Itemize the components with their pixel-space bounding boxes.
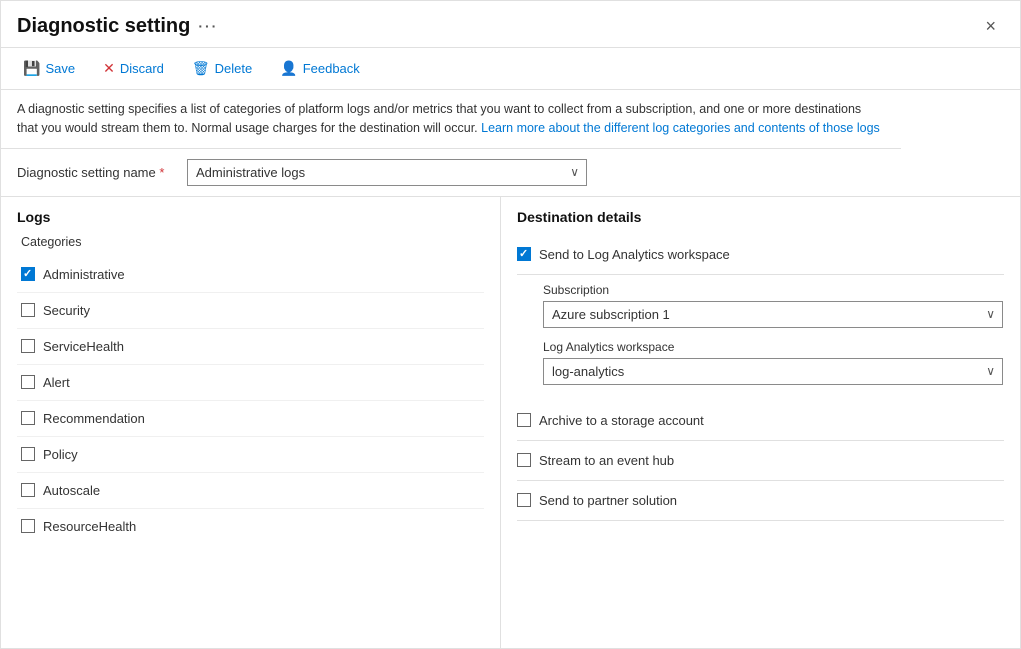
workspace-select-wrapper: log-analytics ∨ [543, 358, 1003, 385]
delete-button[interactable]: 🗑 Delete [186, 56, 258, 81]
log-security-label[interactable]: Security [43, 303, 90, 318]
discard-label: Discard [120, 61, 164, 76]
log-autoscale-checkbox[interactable] [21, 483, 35, 497]
save-icon: 💾 [23, 60, 40, 77]
log-item-alert: Alert [17, 365, 484, 401]
categories-label: Categories [21, 235, 484, 249]
log-alert-checkbox[interactable] [21, 375, 35, 389]
workspace-select[interactable]: log-analytics [543, 358, 1003, 385]
dest-eventhub-checkbox[interactable] [517, 453, 531, 467]
dest-partner-checkbox[interactable] [517, 493, 531, 507]
log-security-checkbox[interactable] [21, 303, 35, 317]
feedback-label: Feedback [303, 61, 360, 76]
panel-ellipsis: ··· [198, 18, 218, 34]
log-administrative-checkbox[interactable] [21, 267, 35, 281]
delete-label: Delete [215, 61, 253, 76]
dest-partner-label[interactable]: Send to partner solution [539, 493, 677, 508]
toolbar: 💾 Save ✕ Discard 🗑 Delete 👤 Feedback [1, 48, 1020, 90]
log-analytics-sub-fields: Subscription Azure subscription 1 ∨ Log … [517, 275, 1004, 401]
dest-eventhub-option: Stream to an event hub [517, 441, 1004, 481]
log-item-security: Security [17, 293, 484, 329]
setting-name-input[interactable] [187, 159, 587, 186]
subscription-select-wrapper: Azure subscription 1 ∨ [543, 301, 1003, 328]
dest-eventhub-label[interactable]: Stream to an event hub [539, 453, 674, 468]
dest-storage-label[interactable]: Archive to a storage account [539, 413, 704, 428]
diagnostic-setting-panel: Diagnostic setting ··· × 💾 Save ✕ Discar… [0, 0, 1021, 649]
log-policy-label[interactable]: Policy [43, 447, 78, 462]
log-servicehealth-label[interactable]: ServiceHealth [43, 339, 124, 354]
destination-section-title: Destination details [517, 209, 1004, 225]
log-alert-label[interactable]: Alert [43, 375, 70, 390]
dest-storage-option: Archive to a storage account [517, 401, 1004, 441]
subscription-label: Subscription [543, 283, 1004, 297]
log-resourcehealth-label[interactable]: ResourceHealth [43, 519, 136, 534]
logs-list: Administrative Security ServiceHealth Alert… [17, 257, 484, 544]
dest-storage-checkbox[interactable] [517, 413, 531, 427]
content-area: Logs Categories Administrative Security Se… [1, 197, 1020, 649]
log-autoscale-label[interactable]: Autoscale [43, 483, 100, 498]
log-servicehealth-checkbox[interactable] [21, 339, 35, 353]
delete-icon: 🗑 [192, 60, 210, 77]
description-box: A diagnostic setting specifies a list of… [1, 90, 901, 149]
log-resourcehealth-checkbox[interactable] [21, 519, 35, 533]
log-item-recommendation: Recommendation [17, 401, 484, 437]
setting-name-label: Diagnostic setting name * [17, 165, 177, 180]
log-recommendation-label[interactable]: Recommendation [43, 411, 145, 426]
log-item-servicehealth: ServiceHealth [17, 329, 484, 365]
feedback-icon: 👤 [280, 60, 297, 77]
setting-name-input-wrapper: ∨ [187, 159, 587, 186]
logs-section-title: Logs [17, 209, 484, 225]
destination-panel: Destination details Send to Log Analytic… [501, 197, 1020, 649]
dest-log-analytics-label[interactable]: Send to Log Analytics workspace [539, 247, 730, 262]
panel-header: Diagnostic setting ··· × [1, 1, 1020, 48]
log-item-autoscale: Autoscale [17, 473, 484, 509]
dest-log-analytics-checkbox[interactable] [517, 247, 531, 261]
close-button[interactable]: × [977, 13, 1004, 39]
log-item-administrative: Administrative [17, 257, 484, 293]
dest-log-analytics-option: Send to Log Analytics workspace [517, 235, 1004, 275]
required-star: * [159, 165, 164, 180]
discard-icon: ✕ [103, 60, 115, 77]
feedback-button[interactable]: 👤 Feedback [274, 56, 366, 81]
logs-panel: Logs Categories Administrative Security Se… [1, 197, 501, 649]
log-recommendation-checkbox[interactable] [21, 411, 35, 425]
learn-more-link[interactable]: Learn more about the different log categ… [481, 121, 880, 135]
log-item-policy: Policy [17, 437, 484, 473]
workspace-label: Log Analytics workspace [543, 340, 1004, 354]
log-policy-checkbox[interactable] [21, 447, 35, 461]
setting-name-row: Diagnostic setting name * ∨ [1, 149, 1020, 197]
subscription-select[interactable]: Azure subscription 1 [543, 301, 1003, 328]
log-administrative-label[interactable]: Administrative [43, 267, 125, 282]
discard-button[interactable]: ✕ Discard [97, 56, 170, 81]
save-button[interactable]: 💾 Save [17, 56, 81, 81]
save-label: Save [45, 61, 75, 76]
dest-partner-option: Send to partner solution [517, 481, 1004, 521]
panel-title: Diagnostic setting ··· [17, 15, 218, 38]
log-item-resourcehealth: ResourceHealth [17, 509, 484, 544]
